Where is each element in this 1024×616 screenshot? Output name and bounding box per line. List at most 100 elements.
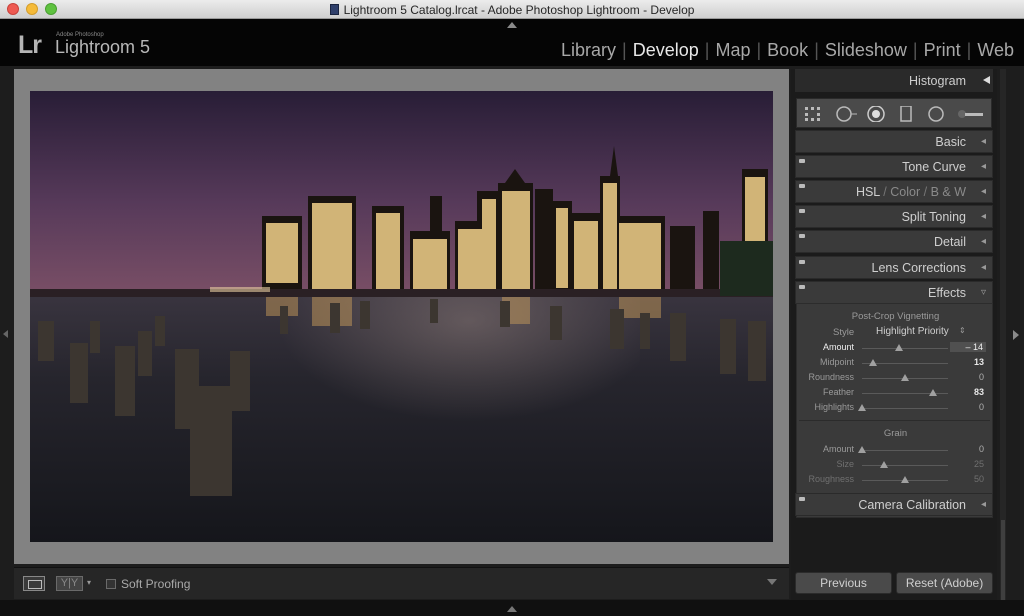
photo-preview[interactable] [30,91,773,542]
expand-icon: ◂ [980,161,986,172]
slider-label: Highlights [814,402,854,412]
module-separator: | [814,40,819,60]
develop-toolbar: Y|Y ▾ Soft Proofing [14,567,789,599]
window-title-text: Lightroom 5 Catalog.lrcat - Adobe Photos… [343,3,695,17]
slider-thumb[interactable] [929,389,938,396]
camera-calibration-panel-header[interactable]: Camera Calibration ◂ [795,493,993,516]
module-web[interactable]: Web [977,40,1014,61]
module-print[interactable]: Print [924,40,961,61]
basic-panel-header[interactable]: Basic ◂ [795,130,993,153]
hsl-tab[interactable]: HSL [856,185,880,199]
slider-thumb[interactable] [869,359,878,366]
slider-thumb[interactable] [901,476,909,483]
lightroom-window: Lightroom 5 Catalog.lrcat - Adobe Photos… [0,0,1024,616]
slider-thumb[interactable] [858,404,866,411]
module-separator: | [912,40,918,60]
lens-corrections-panel-header[interactable]: Lens Corrections ◂ [795,256,993,279]
loupe-view-button[interactable] [23,576,45,591]
module-book[interactable]: Book [767,40,808,61]
style-dropdown[interactable]: Highlight Priority [876,326,949,337]
grain-roughness-slider[interactable]: Roughness 50 [797,473,994,488]
reset-button[interactable]: Reset (Adobe) [896,572,993,594]
vignette-amount-slider[interactable]: Amount – 14 [797,341,994,356]
slider-value[interactable]: 50 [974,474,984,484]
panel-switch-icon[interactable] [799,159,805,163]
module-map[interactable]: Map [715,40,750,61]
module-slideshow[interactable]: Slideshow [825,40,907,61]
filmstrip-toggle-icon[interactable] [507,606,517,612]
slider-value[interactable]: – 14 [950,342,986,352]
title-bar: Lightroom 5 Catalog.lrcat - Adobe Photos… [0,0,1024,19]
tone-curve-panel-header[interactable]: Tone Curve ◂ [795,155,993,178]
module-picker: Library | Develop | Map | Book | Slideshow | Print… [561,40,1014,61]
effects-panel: Post-Crop Vignetting Style Highlight Pri… [796,303,993,518]
right-panel-toggle-icon[interactable] [1013,330,1019,340]
hsl-separator: / [923,185,928,199]
grain-size-slider[interactable]: Size 25 [797,458,994,473]
color-tab[interactable]: Color [890,185,920,199]
slider-track[interactable] [862,450,948,451]
expand-icon: ◂ [980,186,986,197]
histogram-title: Histogram [909,74,966,88]
slider-thumb[interactable] [901,374,909,381]
left-panel-toggle-icon[interactable] [3,330,8,338]
soft-proofing-checkbox[interactable] [106,579,116,589]
slider-value[interactable]: 0 [979,402,984,412]
module-library[interactable]: Library [561,40,616,61]
vignette-feather-slider[interactable]: Feather 83 [797,386,994,401]
expand-icon: ◂ [980,262,986,273]
vignette-roundness-slider[interactable]: Roundness 0 [797,371,994,386]
grain-amount-slider[interactable]: Amount 0 [797,443,994,458]
effects-panel-header[interactable]: Effects ▿ [795,281,993,304]
basic-panel-title: Basic [935,135,966,149]
split-toning-panel-title: Split Toning [901,210,966,224]
slider-track[interactable] [862,465,948,466]
slider-track[interactable] [862,348,948,349]
panel-switch-icon[interactable] [799,184,805,188]
soft-proofing-label: Soft Proofing [121,577,191,591]
histogram-collapse-icon[interactable] [983,76,990,84]
module-separator: | [622,40,627,60]
split-toning-panel-header[interactable]: Split Toning ◂ [795,205,993,228]
crop-overlay-icon[interactable] [805,106,825,122]
panel-switch-icon[interactable] [799,234,805,238]
vignette-midpoint-slider[interactable]: Midpoint 13 [797,356,994,371]
bw-tab[interactable]: B & W [931,185,966,199]
slider-value[interactable]: 0 [979,444,984,454]
module-develop[interactable]: Develop [633,40,699,61]
slider-thumb[interactable] [858,446,866,453]
toolbar-menu-icon[interactable] [767,579,777,585]
slider-value[interactable]: 0 [979,372,984,382]
slider-value[interactable]: 13 [974,357,984,367]
slider-thumb[interactable] [879,461,888,468]
effects-panel-title: Effects [928,286,966,300]
red-eye-icon[interactable] [867,106,887,122]
panel-switch-icon[interactable] [799,497,805,501]
slider-track[interactable] [862,408,948,409]
detail-panel-header[interactable]: Detail ◂ [795,230,993,253]
slider-value[interactable]: 83 [974,387,984,397]
panel-switch-icon[interactable] [799,260,805,264]
camera-calibration-panel-title: Camera Calibration [858,498,966,512]
top-panel-toggle-icon[interactable] [507,22,517,28]
brand-product: Lightroom 5 [55,37,151,57]
spot-removal-icon[interactable] [835,106,859,122]
histogram-panel-header[interactable]: Histogram [795,69,993,92]
hsl-separator: / [883,185,887,199]
graduated-filter-icon[interactable] [900,106,914,122]
slider-value[interactable]: 25 [974,459,984,469]
expand-icon: ◂ [980,211,986,222]
panel-switch-icon[interactable] [799,285,805,289]
adjustment-brush-icon[interactable] [957,106,985,122]
slider-thumb[interactable] [894,344,903,351]
slider-label: Amount [822,342,854,352]
vignette-highlights-slider[interactable]: Highlights 0 [797,401,994,416]
hsl-panel-title: HSL / Color / B & W [856,185,966,199]
dropdown-arrows-icon: ⇕ [959,326,966,335]
radial-filter-icon[interactable] [927,106,945,122]
hsl-panel-header[interactable]: HSL / Color / B & W ◂ [795,180,993,203]
panel-switch-icon[interactable] [799,209,805,213]
before-after-button[interactable]: Y|Y [56,576,83,591]
previous-button[interactable]: Previous [795,572,892,594]
before-after-menu-icon[interactable]: ▾ [87,578,91,587]
